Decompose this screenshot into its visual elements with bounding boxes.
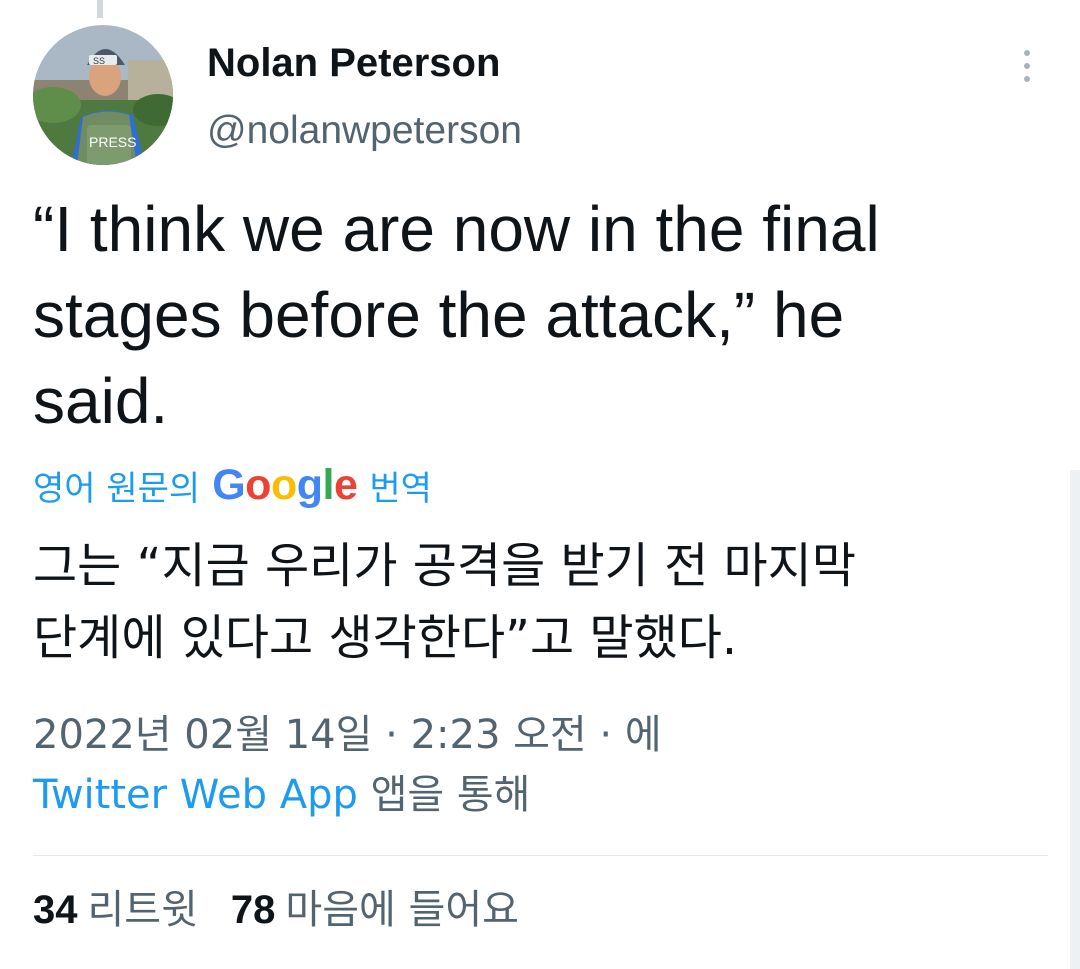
avatar-vest-text: PRESS [89, 134, 136, 150]
tweet-text: “I think we are now in the final stages … [33, 193, 880, 437]
likes-label: 마음에 들어요 [285, 887, 519, 933]
google-logo-letter: o [245, 460, 271, 509]
google-logo-letter: g [296, 460, 323, 509]
translation-label-prefix: 영어 원문의 [33, 468, 201, 509]
scrollbar[interactable] [1070, 470, 1080, 969]
avatar[interactable]: PRESS SS [33, 25, 173, 165]
tweet-timestamp[interactable]: 2022년 02월 14일 · 2:23 오전 · 에 [33, 705, 662, 765]
more-options-button[interactable] [1009, 44, 1045, 88]
translation-label-suffix: 번역 [369, 468, 432, 509]
translated-tweet-text: 그는 “지금 우리가 공격을 받기 전 마지막 단계에 있다고 생각한다”고 말… [33, 538, 856, 666]
author-name[interactable]: Nolan Peterson [207, 38, 500, 88]
thread-connector-line [97, 0, 103, 18]
google-logo-letter: o [270, 460, 297, 509]
divider [33, 855, 1048, 856]
tweet-source: Twitter Web App 앱을 통해 [33, 765, 530, 825]
profile-photo-icon: PRESS SS [33, 25, 173, 165]
google-logo: Google [212, 460, 358, 510]
source-suffix: 앱을 통해 [370, 772, 531, 818]
engagement-stats: 34 리트윗 78 마음에 들어요 [33, 880, 519, 940]
google-logo-letter: e [333, 460, 358, 509]
likes-count: 78 [230, 888, 276, 932]
retweets-stat[interactable]: 34 리트윗 [33, 880, 198, 940]
google-logo-letter: l [322, 460, 335, 509]
translation-attribution[interactable]: 영어 원문의 Google 번역 [33, 460, 432, 510]
retweets-label: 리트윗 [87, 887, 198, 933]
retweets-count: 34 [33, 888, 78, 932]
author-handle[interactable]: @nolanwpeterson [207, 107, 522, 155]
likes-stat[interactable]: 78 마음에 들어요 [231, 880, 519, 940]
source-app-link[interactable]: Twitter Web App [33, 772, 358, 818]
google-logo-letter: G [212, 460, 246, 509]
avatar-helmet-text: SS [93, 56, 105, 66]
